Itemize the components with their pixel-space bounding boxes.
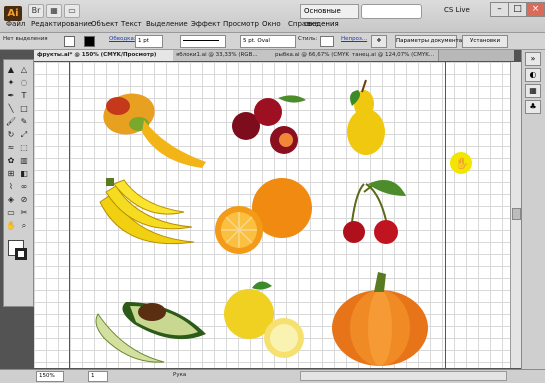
eyedropper-tool-icon[interactable]: ⌇: [5, 181, 17, 192]
document-setup-button[interactable]: Параметры документа: [395, 35, 462, 48]
hand-tool-icon[interactable]: ✋: [5, 220, 17, 231]
artboard-number-field[interactable]: 1: [88, 371, 108, 382]
yellow-apple-illustration: [224, 281, 304, 358]
menu-help[interactable]: Справка: [288, 20, 319, 28]
horizontal-scrollbar[interactable]: [300, 371, 507, 381]
zoom-level-field[interactable]: 150%: [36, 371, 64, 382]
menu-edit[interactable]: Редактирование: [31, 20, 92, 28]
stroke-swatch[interactable]: [15, 248, 27, 260]
menu-view[interactable]: Просмотр: [223, 20, 259, 28]
magic-wand-tool-icon[interactable]: ✦: [5, 77, 17, 88]
eraser-tool-icon[interactable]: ▭: [5, 207, 17, 218]
vertical-scroll-thumb[interactable]: [512, 208, 521, 220]
pen-tool-icon[interactable]: ✒: [5, 90, 17, 101]
live-paint-tool-icon[interactable]: ◈: [5, 194, 17, 205]
rectangle-tool-icon[interactable]: □: [18, 103, 30, 114]
pumpkin-illustration: [332, 272, 428, 366]
panel-dock: [521, 50, 545, 370]
bridge-icon[interactable]: Br: [28, 4, 44, 18]
free-transform-tool-icon[interactable]: ⬚: [18, 142, 30, 153]
graph-tool-icon[interactable]: ▥: [18, 155, 30, 166]
pencil-tool-icon[interactable]: ✎: [18, 116, 30, 127]
artboard-canvas[interactable]: ✋: [34, 62, 510, 368]
hand-cursor-icon: ✋: [455, 157, 469, 170]
preferences-button[interactable]: Установки: [462, 35, 508, 48]
current-tool-status[interactable]: Рука: [173, 372, 186, 378]
app-logo: Ai: [4, 6, 22, 21]
maximize-icon[interactable]: □: [508, 2, 527, 17]
menu-file[interactable]: Файл: [6, 20, 25, 28]
direct-selection-tool-icon[interactable]: △: [18, 64, 30, 75]
collapse-panels-icon[interactable]: »: [525, 52, 541, 66]
color-panel-icon[interactable]: ◐: [525, 68, 541, 82]
variable-width-profile[interactable]: [180, 35, 226, 48]
menu-object[interactable]: Объект: [91, 20, 118, 28]
style-label: Стиль:: [298, 36, 318, 42]
graphic-style-swatch[interactable]: [320, 36, 334, 47]
minimize-icon[interactable]: –: [490, 2, 509, 17]
arrange-documents-icon[interactable]: ▦: [46, 4, 62, 18]
scale-tool-icon[interactable]: ⤢: [18, 129, 30, 140]
avocado-illustration: [95, 302, 206, 363]
tab-frukty[interactable]: фрукты.ai* @ 150% (CMYK/Просмотр): [34, 50, 176, 61]
pear-illustration: [347, 79, 385, 155]
gradient-tool-icon[interactable]: ◧: [18, 168, 30, 179]
search-input[interactable]: [361, 4, 422, 19]
warp-tool-icon[interactable]: ≈: [5, 142, 17, 153]
tab-tanets[interactable]: танец.ai @ 124,07% (CMYK...: [349, 50, 439, 61]
type-tool-icon[interactable]: T: [18, 90, 30, 101]
oranges-illustration: [215, 178, 312, 254]
selection-tool-icon[interactable]: ▲: [5, 64, 17, 75]
stroke-weight-field[interactable]: 1 pt: [135, 35, 163, 48]
workspace-switcher[interactable]: Основные сведения: [300, 4, 359, 28]
selection-status: Нет выделения: [3, 36, 48, 42]
close-icon[interactable]: ×: [526, 2, 545, 17]
scissors-tool-icon[interactable]: ✂: [18, 207, 30, 218]
stroke-color-swatch[interactable]: [84, 36, 95, 47]
plums-illustration: [232, 95, 306, 154]
zoom-tool-icon[interactable]: ⌕: [18, 220, 30, 231]
lasso-tool-icon[interactable]: ◌: [18, 77, 30, 88]
tab-rybka[interactable]: рыбка.ai @ 66,67% (CMYK...: [272, 50, 352, 61]
cherries-illustration: [343, 180, 406, 244]
mesh-tool-icon[interactable]: ⊞: [5, 168, 17, 179]
swatches-panel-icon[interactable]: ▦: [525, 84, 541, 98]
mango-illustration: [103, 93, 206, 168]
symbols-panel-icon[interactable]: ♣: [525, 100, 541, 114]
menu-window[interactable]: Окно: [262, 20, 281, 28]
brush-definition[interactable]: 5 pt. Oval: [240, 35, 296, 48]
blend-tool-icon[interactable]: ∞: [18, 181, 30, 192]
menu-type[interactable]: Текст: [121, 20, 142, 28]
paintbrush-tool-icon[interactable]: 🖌: [5, 116, 17, 127]
menu-effect[interactable]: Эффект: [191, 20, 220, 28]
stroke-label[interactable]: Обводка:: [109, 36, 136, 42]
fill-color-swatch[interactable]: [64, 36, 75, 47]
opacity-label[interactable]: Непроз...: [341, 36, 367, 42]
bananas-illustration: [99, 178, 195, 245]
screen-mode-icon[interactable]: ▭: [64, 4, 80, 18]
recolor-artwork-icon[interactable]: ❖: [371, 35, 387, 48]
line-tool-icon[interactable]: ╲: [5, 103, 17, 114]
symbol-sprayer-tool-icon[interactable]: ✿: [5, 155, 17, 166]
menu-select[interactable]: Выделение: [146, 20, 188, 28]
rotate-tool-icon[interactable]: ↻: [5, 129, 17, 140]
cs-live-menu[interactable]: CS Live: [444, 4, 470, 17]
slice-tool-icon[interactable]: ⊘: [18, 194, 30, 205]
tab-yabloki[interactable]: яблоки1.ai @ 33,33% (RGB...: [173, 50, 275, 61]
